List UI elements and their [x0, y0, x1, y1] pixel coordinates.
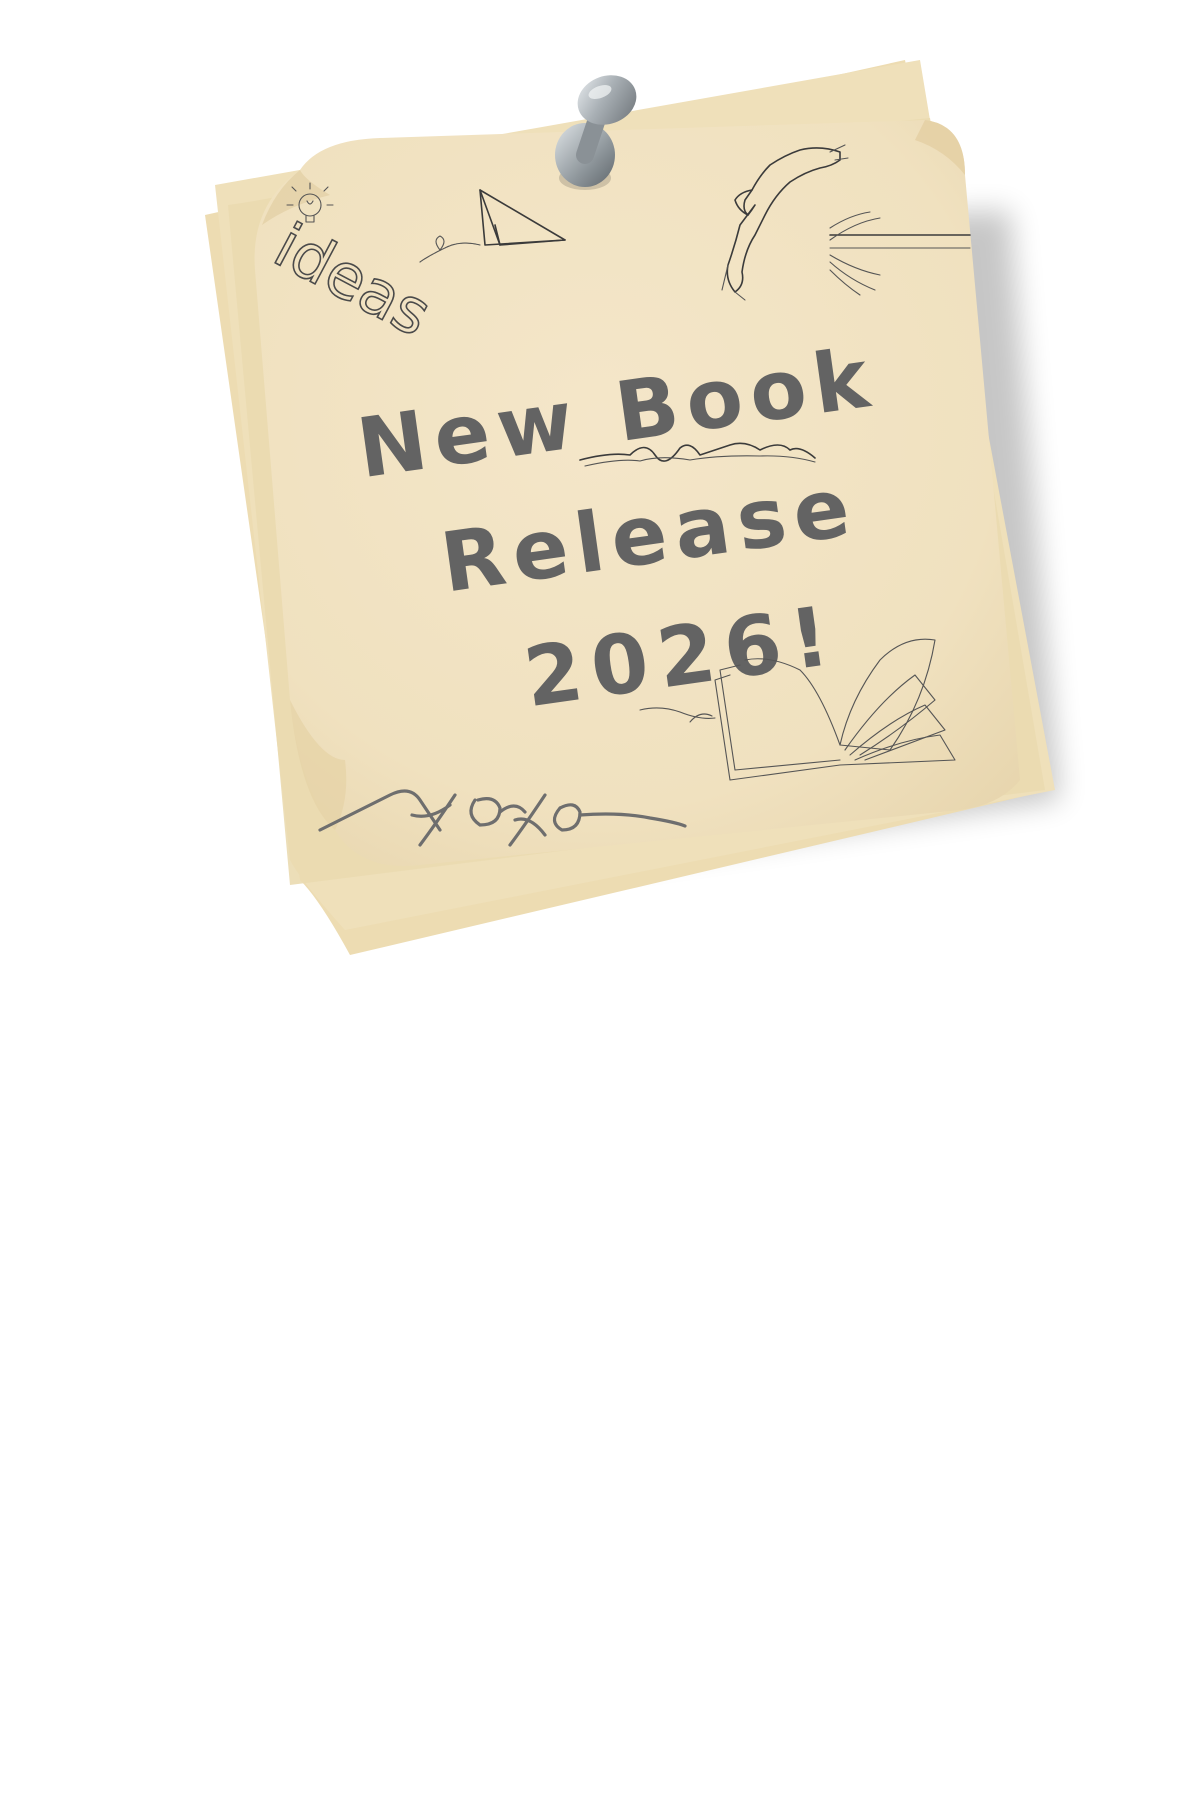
page-canvas: ideas New Book Release 2026!: [0, 0, 1200, 1800]
sticky-note-scene: ideas New Book Release 2026!: [205, 60, 1060, 955]
